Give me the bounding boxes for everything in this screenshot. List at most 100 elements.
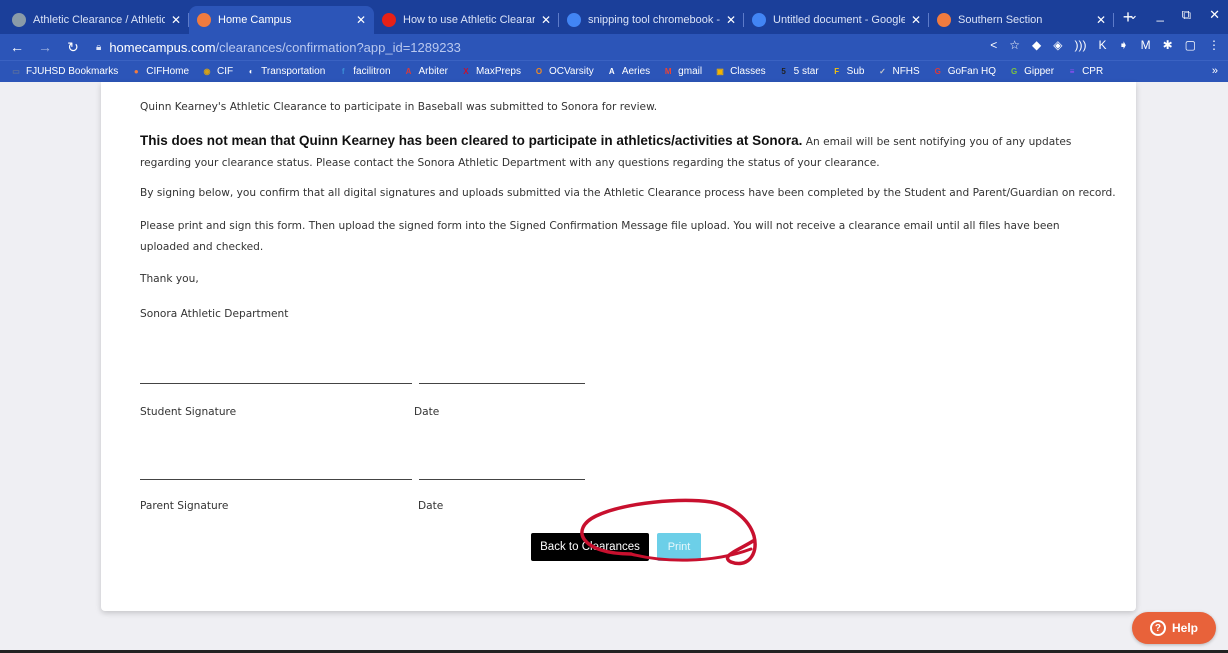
close-window-icon[interactable]: ✕ — [1209, 7, 1220, 23]
bookmark-item[interactable]: ◐ Transportation — [245, 66, 326, 78]
parent-signature-label: Parent Signature — [140, 500, 229, 512]
url-path: /clearances/confirmation?app_id=1289233 — [215, 39, 461, 55]
reload-icon[interactable]: ↻ — [62, 39, 84, 56]
forward-arrow-icon[interactable]: → — [34, 39, 56, 55]
bookmark-label: facilitron — [353, 66, 391, 77]
bookmark-label: GoFan HQ — [947, 66, 997, 77]
bookmark-item[interactable]: ≡ CPR — [1066, 66, 1103, 78]
not-cleared-bold: This does not mean that Quinn Kearney ha… — [140, 133, 803, 148]
bookmark-icon: ● — [133, 67, 139, 76]
bookmark-item[interactable]: Mgmail — [662, 66, 702, 78]
bookmark-item[interactable]: F Sub — [831, 66, 864, 78]
docs-favicon-icon — [752, 13, 766, 27]
tab-title: Home Campus — [218, 14, 292, 26]
back-to-clearances-button[interactable]: Back to Clearances — [531, 533, 649, 561]
tab-title: Untitled document - Google [ — [773, 14, 905, 26]
tab-title: Athletic Clearance / Athletic — [33, 14, 165, 26]
restore-icon[interactable]: ⧉ — [1182, 7, 1191, 23]
tab-search-icon[interactable]: ⌄ — [1128, 7, 1139, 23]
not-cleared-notice: This does not mean that Quinn Kearney ha… — [140, 130, 1100, 174]
bookmark-label: Aeries — [621, 66, 651, 77]
print-button[interactable]: Print — [657, 533, 701, 561]
bookmark-icon: M — [664, 67, 672, 76]
bookmark-item[interactable]: ◉ CIF — [201, 66, 234, 78]
minimize-icon[interactable]: _ — [1157, 7, 1164, 23]
bookmark-item[interactable]: f facilitron — [337, 66, 391, 78]
home-campus-favicon-icon — [197, 13, 211, 27]
bookmark-icon: ◉ — [203, 67, 211, 76]
help-label: Help — [1171, 621, 1198, 635]
browser-toolbar: ← → ↻ 🔒︎ homecampus.com/clearances/confi… — [0, 34, 1228, 60]
bookmark-item[interactable]: ▭ FJUHSD Bookmarks — [10, 66, 118, 78]
bookmark-item[interactable]: G Gipper — [1008, 66, 1054, 78]
bookmark-icon: 5 — [781, 67, 786, 76]
bookmark-item[interactable]: A Aeries — [606, 66, 650, 78]
bookmark-item[interactable]: ▣ Classes — [714, 66, 765, 78]
bookmark-icon: A — [608, 67, 615, 76]
tab-list: Athletic Clearance / Athletic ✕ Home Campu… — [4, 6, 1114, 34]
page-body: Quinn Kearney's Athletic Clearance to pa… — [0, 82, 1228, 653]
bookmark-icon: O — [535, 67, 543, 76]
star-icon[interactable]: ☆ — [1009, 38, 1020, 52]
menu-dots-icon[interactable]: ⋮ — [1208, 38, 1220, 52]
browser-tab[interactable]: Home Campus ✕ — [189, 6, 374, 34]
lock-icon: 🔒︎ — [96, 41, 102, 53]
browser-tab[interactable]: Southern Section ✕ — [929, 6, 1114, 34]
signature-confirmation: By signing below, you confirm that all d… — [140, 187, 1116, 199]
bookmark-icon: ◐ — [248, 67, 254, 76]
google-favicon-icon — [567, 13, 581, 27]
bookmark-item[interactable]: ● CIFHome — [130, 66, 189, 78]
bookmark-item[interactable]: ✓ NFHS — [876, 66, 920, 78]
bookmark-icon: ▣ — [716, 67, 724, 76]
tab-close-icon[interactable]: ✕ — [911, 13, 921, 27]
address-bar[interactable]: 🔒︎ homecampus.com/clearances/confirmatio… — [96, 36, 1016, 58]
tab-close-icon[interactable]: ✕ — [356, 13, 366, 27]
side-panel-icon[interactable]: ▢ — [1185, 38, 1196, 52]
bookmark-label: NFHS — [892, 66, 920, 77]
share-icon[interactable]: < — [990, 38, 997, 52]
help-button[interactable]: ? Help — [1132, 612, 1216, 644]
bookmark-icon: ✓ — [879, 67, 886, 76]
tab-strip: Athletic Clearance / Athletic ✕ Home Campu… — [0, 0, 1228, 34]
back-arrow-icon[interactable]: ← — [6, 39, 28, 55]
bookmark-item[interactable]: X MaxPreps — [460, 66, 521, 78]
bookmark-item[interactable]: A Arbiter — [403, 66, 448, 78]
tab-close-icon[interactable]: ✕ — [171, 13, 181, 27]
bookmark-item[interactable]: 5 5 star — [778, 66, 818, 78]
tab-close-icon[interactable]: ✕ — [1096, 13, 1106, 27]
bookmark-item[interactable]: G GoFan HQ — [932, 66, 996, 78]
bookmark-label: CPR — [1082, 66, 1104, 77]
student-date-label: Date — [414, 406, 440, 418]
department-signoff: Sonora Athletic Department — [140, 308, 289, 320]
extension-icon[interactable]: ◆ — [1032, 38, 1041, 52]
read-aloud-icon[interactable]: ))) — [1075, 38, 1087, 52]
bookmark-item[interactable]: O OCVarsity — [533, 66, 594, 78]
bookmark-icon: A — [405, 67, 412, 76]
browser-tab[interactable]: How to use Athletic Clearanc ✕ — [374, 6, 559, 34]
submission-message: Quinn Kearney's Athletic Clearance to pa… — [140, 101, 658, 113]
window-controls: ⌄ _ ⧉ ✕ — [1128, 7, 1220, 23]
student-signature-label: Student Signature — [140, 406, 237, 418]
bookmark-label: Transportation — [261, 66, 326, 77]
browser-tab[interactable]: Untitled document - Google [ ✕ — [744, 6, 929, 34]
bookmarks-bar: ▭ FJUHSD Bookmarks ● CIFHome ◉ CIF ◐ Transporta… — [0, 60, 1228, 82]
puzzle-icon[interactable]: ✱ — [1163, 38, 1173, 52]
browser-tab[interactable]: snipping tool chromebook - ( ✕ — [559, 6, 744, 34]
parent-date-line — [419, 479, 585, 480]
vpn-icon[interactable]: ◈ — [1053, 38, 1062, 52]
extension-arrow-icon[interactable]: ➧ — [1119, 38, 1129, 52]
tab-close-icon[interactable]: ✕ — [726, 13, 736, 27]
bookmark-icon: F — [834, 67, 840, 76]
tab-close-icon[interactable]: ✕ — [541, 13, 551, 27]
browser-tab[interactable]: Athletic Clearance / Athletic ✕ — [4, 6, 189, 34]
tab-separator — [1113, 13, 1114, 27]
bookmark-icon: f — [341, 67, 345, 76]
extension-k-icon[interactable]: K — [1099, 38, 1107, 52]
tab-title: snipping tool chromebook - ( — [588, 14, 720, 26]
extension-m-icon[interactable]: M — [1141, 38, 1151, 52]
more-bookmarks-icon[interactable]: » — [1212, 65, 1218, 77]
bookmark-icon: G — [934, 67, 941, 76]
student-date-line — [419, 383, 585, 384]
bookmark-icon: G — [1010, 67, 1018, 76]
parent-signature-line — [140, 479, 412, 480]
